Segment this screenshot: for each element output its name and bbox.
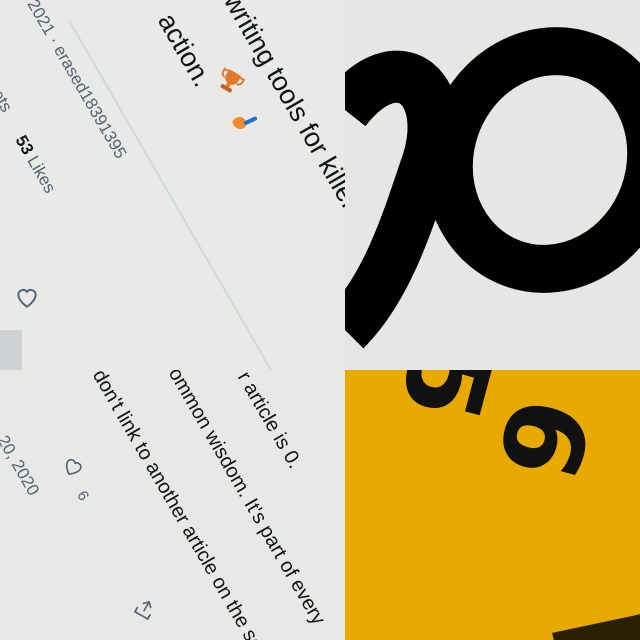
glyph-closeup bbox=[345, 0, 640, 370]
divider bbox=[68, 20, 281, 370]
tweets-label[interactable]: eets bbox=[0, 78, 16, 116]
likes-stat[interactable]: 53 Likes bbox=[11, 132, 60, 197]
likes-label: Likes bbox=[23, 152, 60, 197]
heart-icon[interactable] bbox=[58, 452, 88, 482]
paintbrush-emoji bbox=[227, 105, 266, 144]
trophy-emoji bbox=[211, 65, 247, 101]
curved-arrow-glyph bbox=[345, 27, 640, 349]
gray-block bbox=[0, 330, 22, 370]
sign-digit-bottom: 6 bbox=[471, 384, 615, 492]
yellow-sign: 5 6 bbox=[345, 370, 640, 640]
tweet-date[interactable]: 20, 2020 bbox=[0, 432, 43, 499]
share-icon[interactable] bbox=[130, 594, 160, 624]
heart-icon[interactable] bbox=[14, 284, 40, 310]
tweet-line-2: ommon wisdom. It's part of every bbox=[163, 370, 330, 629]
tweet-body-panel: r article is 0. ommon wisdom. It's part … bbox=[0, 370, 345, 640]
joined-line: 2021 · erased18391395 bbox=[23, 0, 131, 162]
bio-line-1: writing tools for killer bbox=[218, 0, 345, 215]
profile-panel: writing tools for killer action. 2021 · … bbox=[0, 0, 345, 370]
bio-line-2: action. bbox=[151, 8, 218, 92]
bio-line-2-text: action. bbox=[152, 8, 218, 92]
like-count: 6 bbox=[73, 488, 93, 504]
sign-corner-shadow bbox=[552, 607, 640, 640]
likes-count: 53 bbox=[11, 132, 38, 158]
tweet-line-1: r article is 0. bbox=[232, 370, 306, 473]
